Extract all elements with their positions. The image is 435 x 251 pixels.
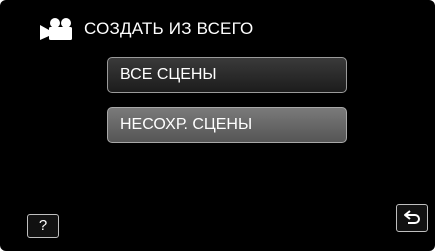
- header: СОЗДАТЬ ИЗ ВСЕГО: [38, 12, 253, 46]
- back-button[interactable]: [396, 204, 428, 232]
- page-title: СОЗДАТЬ ИЗ ВСЕГО: [84, 19, 254, 38]
- all-scenes-button[interactable]: ВСЕ СЦЕНЫ: [107, 57, 347, 93]
- video-camera-icon: [40, 18, 72, 40]
- help-button[interactable]: ?: [27, 214, 59, 238]
- menu-screen: СОЗДАТЬ ИЗ ВСЕГО ВСЕ СЦЕНЫ НЕСОХР. СЦЕНЫ…: [0, 0, 435, 251]
- return-arrow-icon: [404, 210, 420, 224]
- unsaved-scenes-button[interactable]: НЕСОХР. СЦЕНЫ: [107, 107, 347, 143]
